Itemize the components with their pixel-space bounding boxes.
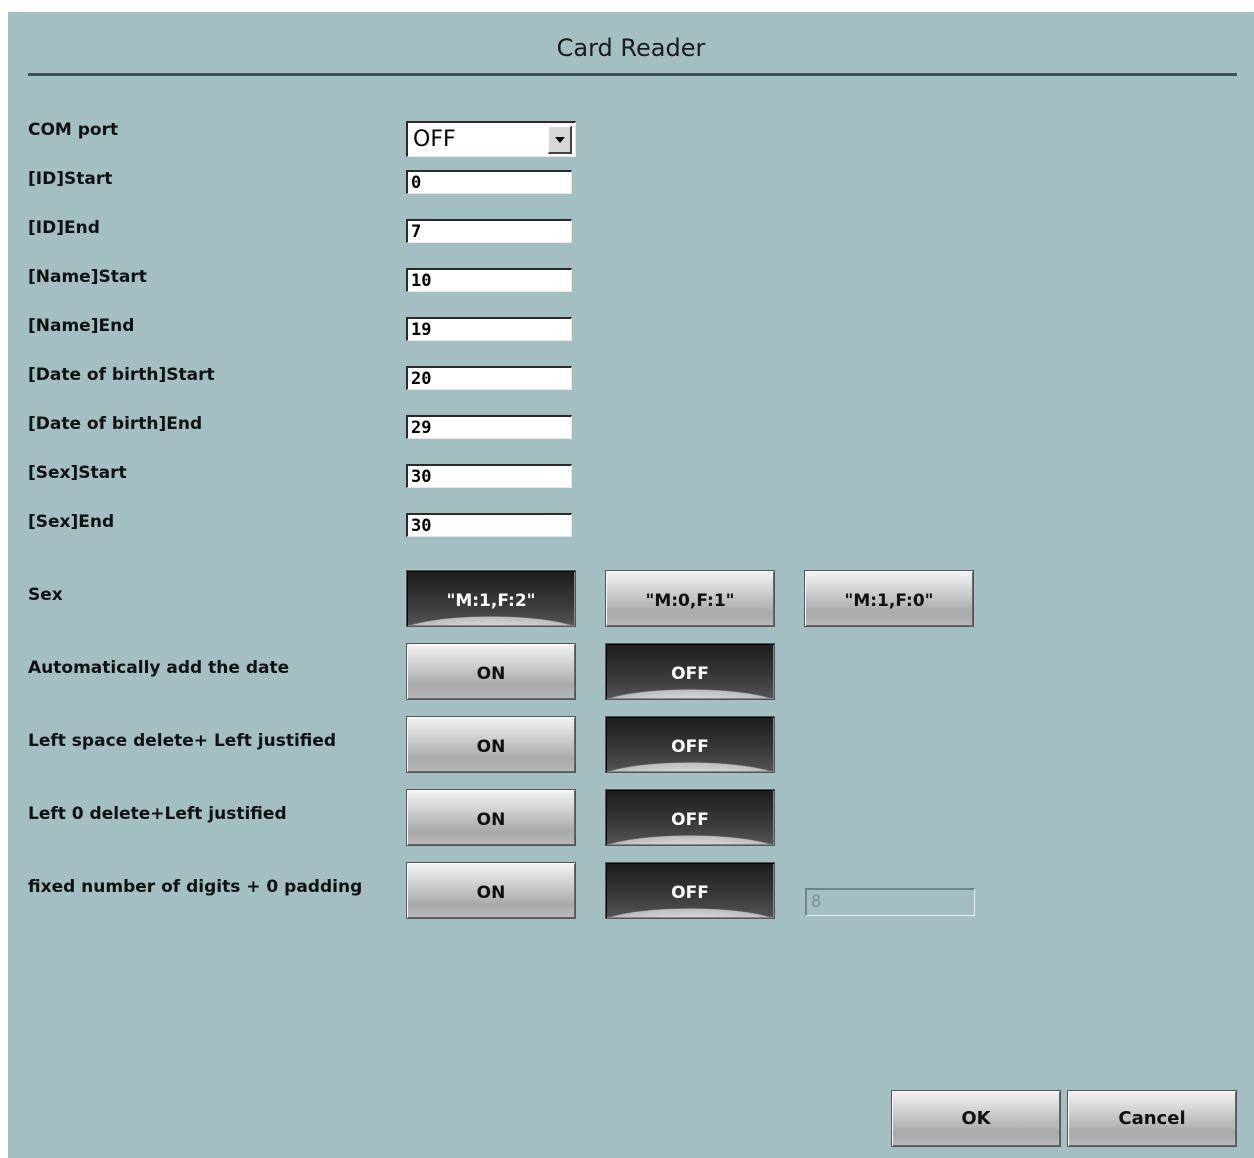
left-zero-on-button[interactable]: ON xyxy=(406,789,576,846)
fixed-digits-label: fixed number of digits + 0 padding xyxy=(28,877,363,897)
sex-start-input[interactable]: 30 xyxy=(406,464,572,488)
id-start-label: [ID]Start xyxy=(28,169,113,189)
button-label: ON xyxy=(476,736,506,757)
sex-option-label: "M:1,F:2" xyxy=(446,590,536,611)
dob-end-label: [Date of birth]End xyxy=(28,414,203,434)
button-label: ON xyxy=(476,809,506,830)
dob-start-input[interactable]: 20 xyxy=(406,366,572,390)
dropdown-button[interactable] xyxy=(548,126,572,154)
dob-start-label: [Date of birth]Start xyxy=(28,365,215,385)
sex-option-m0-f1-button[interactable]: "M:0,F:1" xyxy=(605,570,775,627)
com-port-value: OFF xyxy=(413,127,456,152)
button-label: ON xyxy=(476,663,506,684)
fixed-digits-on-button[interactable]: ON xyxy=(406,862,576,919)
card-reader-dialog: Card Reader COM port OFF [ID]Start 0 [ID… xyxy=(8,12,1254,1158)
fixed-digits-input: 8 xyxy=(805,888,975,916)
dob-end-input[interactable]: 29 xyxy=(406,415,572,439)
chevron-down-icon xyxy=(555,137,565,143)
id-end-label: [ID]End xyxy=(28,218,100,238)
auto-date-on-button[interactable]: ON xyxy=(406,643,576,700)
button-label: OFF xyxy=(671,663,709,684)
auto-date-off-button[interactable]: OFF xyxy=(605,643,775,700)
id-start-input[interactable]: 0 xyxy=(406,170,572,194)
sex-option-label: "M:1,F:0" xyxy=(844,590,934,611)
sex-option-label: "M:0,F:1" xyxy=(645,590,735,611)
fixed-digits-off-button[interactable]: OFF xyxy=(605,862,775,919)
name-end-label: [Name]End xyxy=(28,316,135,336)
dialog-title: Card Reader xyxy=(556,34,706,62)
button-label: ON xyxy=(476,882,506,903)
com-port-label: COM port xyxy=(28,120,119,140)
cancel-button-label: Cancel xyxy=(1118,1108,1186,1129)
sex-option-m1-f0-button[interactable]: "M:1,F:0" xyxy=(804,570,974,627)
button-label: OFF xyxy=(671,809,709,830)
sex-end-label: [Sex]End xyxy=(28,512,115,532)
auto-date-label: Automatically add the date xyxy=(28,658,290,678)
sex-label: Sex xyxy=(28,585,63,605)
left-zero-off-button[interactable]: OFF xyxy=(605,789,775,846)
ok-button-label: OK xyxy=(961,1108,991,1129)
sex-end-input[interactable]: 30 xyxy=(406,513,572,537)
left-space-label: Left space delete+ Left justified xyxy=(28,731,337,751)
cancel-button[interactable]: Cancel xyxy=(1067,1090,1237,1147)
sex-start-label: [Sex]Start xyxy=(28,463,127,483)
left-zero-label: Left 0 delete+Left justified xyxy=(28,804,287,824)
ok-button[interactable]: OK xyxy=(891,1090,1061,1147)
sex-option-m1-f2-button[interactable]: "M:1,F:2" xyxy=(406,570,576,627)
title-divider xyxy=(28,73,1237,76)
id-end-input[interactable]: 7 xyxy=(406,219,572,243)
com-port-select[interactable]: OFF xyxy=(406,121,576,157)
button-label: OFF xyxy=(671,736,709,757)
name-start-input[interactable]: 10 xyxy=(406,268,572,292)
left-space-on-button[interactable]: ON xyxy=(406,716,576,773)
name-end-input[interactable]: 19 xyxy=(406,317,572,341)
name-start-label: [Name]Start xyxy=(28,267,147,287)
button-label: OFF xyxy=(671,882,709,903)
left-space-off-button[interactable]: OFF xyxy=(605,716,775,773)
